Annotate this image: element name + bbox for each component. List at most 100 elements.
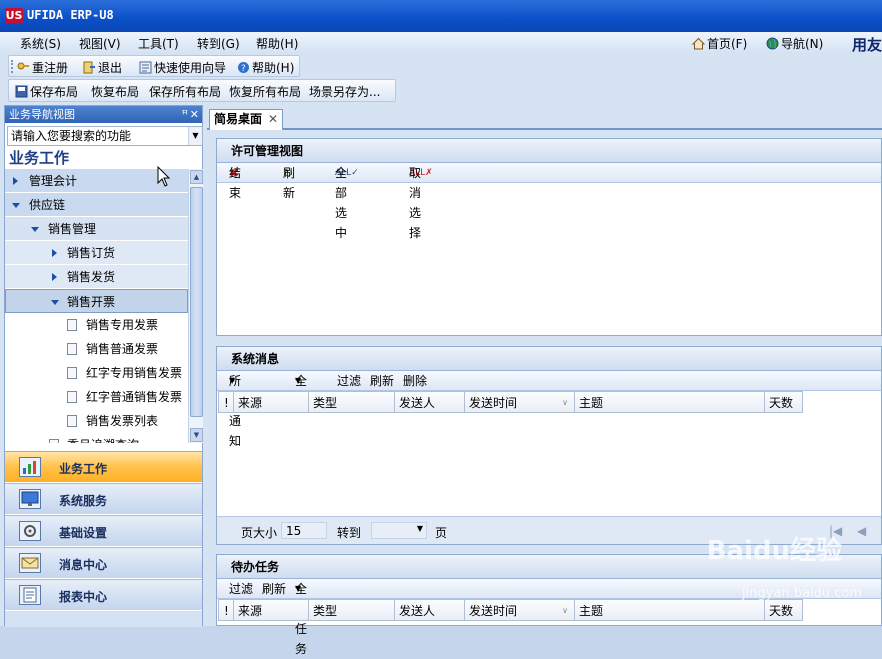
dropdown-arrow-icon: ▼	[229, 376, 236, 385]
nav-button-basic-settings[interactable]: 基础设置	[5, 515, 202, 546]
col-priority[interactable]: !	[218, 391, 234, 413]
tree-item-trace-query[interactable]: 委吕追溯查询	[5, 433, 188, 443]
scroll-up-icon[interactable]: ▲	[190, 170, 203, 184]
tree-item-red-special-invoice[interactable]: 红字专用销售发票	[5, 361, 188, 385]
end-label: 结束	[229, 166, 242, 200]
toolbar-grip-icon[interactable]	[11, 60, 14, 73]
collapse-arrow-icon[interactable]	[12, 203, 20, 208]
col-type[interactable]: 类型	[309, 391, 395, 413]
todo-grid-header: ! 来源 类型 发送人 发送时间 ∨ 主题 天数	[217, 599, 881, 621]
nav-button-business-work[interactable]: 业务工作	[5, 451, 202, 482]
tree-item-normal-invoice[interactable]: 销售普通发票	[5, 337, 188, 361]
key-icon	[17, 61, 30, 74]
menu-help[interactable]: 帮助(H)	[256, 35, 298, 52]
goto-page-select[interactable]: ▼	[371, 522, 427, 539]
help-button[interactable]: ? 帮助(H)	[237, 59, 294, 76]
tree-item-sales-invoicing[interactable]: 销售开票	[5, 289, 188, 313]
save-scene-as-button[interactable]: 场景另存为...	[309, 83, 380, 100]
chevron-down-icon[interactable]: ▼	[417, 524, 423, 533]
tree-item-supply-chain[interactable]: 供应链	[5, 193, 188, 217]
expand-arrow-icon[interactable]	[52, 249, 57, 257]
quick-guide-label: 快速使用向导	[154, 61, 227, 75]
menu-system[interactable]: 系统(S)	[20, 35, 61, 52]
page-size-input[interactable]: 15	[281, 522, 327, 539]
layout-toolbar: 保存布局 恢复布局 保存所有布局 恢复所有布局 场景另存为...	[8, 79, 396, 102]
exit-door-icon	[83, 61, 96, 74]
filter-button[interactable]: 过滤	[337, 371, 361, 391]
menu-tools[interactable]: 工具(T)	[138, 35, 179, 52]
expand-arrow-icon[interactable]	[13, 177, 18, 185]
nav-buttons: 业务工作 系统服务 基础设置 消息中心 报表中心	[5, 451, 202, 611]
nav-button-system-service[interactable]: 系统服务	[5, 483, 202, 514]
scroll-down-icon[interactable]: ▼	[190, 428, 203, 442]
nav-section-title: 业务工作	[9, 149, 70, 167]
col-sender[interactable]: 发送人	[395, 599, 465, 621]
scroll-thumb[interactable]	[190, 187, 203, 417]
nav-button-label: 消息中心	[59, 558, 108, 572]
chevron-down-icon[interactable]: ▼	[188, 127, 202, 145]
expand-arrow-icon[interactable]	[52, 273, 57, 281]
tree-item-special-invoice[interactable]: 销售专用发票	[5, 313, 188, 337]
home-link[interactable]: 首页(F)	[691, 35, 748, 52]
filter-button[interactable]: 过滤	[229, 579, 253, 599]
menu-view[interactable]: 视图(V)	[79, 35, 121, 52]
report-icon	[19, 585, 41, 605]
col-days[interactable]: 天数	[765, 599, 803, 621]
gear-icon	[19, 521, 41, 541]
tree-item-label: 红字专用销售发票	[86, 366, 183, 380]
window-title: UFIDA ERP-U8	[27, 8, 114, 22]
tree-item-label: 供应链	[29, 198, 66, 212]
home-link-label: 首页(F)	[707, 37, 748, 51]
brand-logo: 用友	[851, 36, 882, 54]
collapse-arrow-icon[interactable]	[51, 300, 59, 305]
floppy-disk-icon	[15, 85, 28, 98]
save-layout-label: 保存布局	[30, 85, 79, 99]
pin-icon[interactable]: ꟸ	[182, 106, 188, 123]
nav-button-report-center[interactable]: 报表中心	[5, 579, 202, 610]
close-icon[interactable]: ✕	[190, 106, 199, 123]
prev-page-icon[interactable]: ◀	[857, 524, 866, 538]
refresh-button[interactable]: 刷新	[262, 579, 286, 599]
nav-link[interactable]: 导航(N)	[766, 35, 823, 52]
tree-item-label: 管理会计	[29, 174, 78, 188]
tree-item-label: 销售订货	[67, 246, 116, 260]
tree-item-red-normal-invoice[interactable]: 红字普通销售发票	[5, 385, 188, 409]
function-search-input[interactable]: 请输入您要搜索的功能 ▼	[7, 126, 203, 146]
refresh-button[interactable]: 刷新	[370, 371, 394, 391]
register-button[interactable]: 重注册	[17, 59, 68, 76]
restore-layout-button[interactable]: 恢复布局	[91, 83, 139, 100]
col-send-time[interactable]: 发送时间 ∨	[465, 391, 575, 413]
col-source[interactable]: 来源	[234, 599, 309, 621]
col-send-time[interactable]: 发送时间 ∨	[465, 599, 575, 621]
nav-button-message-center[interactable]: 消息中心	[5, 547, 202, 578]
save-layout-button[interactable]: 保存布局	[15, 83, 78, 100]
col-subject[interactable]: 主题	[575, 599, 765, 621]
col-source[interactable]: 来源	[234, 391, 309, 413]
tab-close-icon[interactable]: ✕	[268, 110, 278, 129]
quick-guide-button[interactable]: 快速使用向导	[139, 59, 226, 76]
col-sender[interactable]: 发送人	[395, 391, 465, 413]
monitor-icon	[19, 489, 41, 509]
col-subject[interactable]: 主题	[575, 391, 765, 413]
tree-item-sales-delivery[interactable]: 销售发货	[5, 265, 188, 289]
collapse-arrow-icon[interactable]	[31, 227, 39, 232]
nav-tree-scrollbar[interactable]: ▲ ▼	[188, 169, 203, 443]
tree-item-sales-management[interactable]: 销售管理	[5, 217, 188, 241]
help-label: 帮助(H)	[252, 61, 295, 75]
menu-goto[interactable]: 转到(G)	[197, 35, 240, 52]
save-all-layout-button[interactable]: 保存所有布局	[149, 83, 221, 100]
tree-item-label: 销售发货	[67, 270, 116, 284]
tab-label: 简易桌面	[214, 112, 263, 126]
col-priority[interactable]: !	[218, 599, 234, 621]
exit-button[interactable]: 退出	[83, 59, 122, 76]
col-days[interactable]: 天数	[765, 391, 803, 413]
tree-item-sales-order[interactable]: 销售订货	[5, 241, 188, 265]
system-messages-panel: 系统消息 所有通知 ▼ 全部 ▼ 过滤 刷新 删除 ! 来源 类型 发送人 发送…	[216, 346, 882, 545]
col-type[interactable]: 类型	[309, 599, 395, 621]
tree-item-invoice-list[interactable]: 销售发票列表	[5, 409, 188, 433]
delete-button[interactable]: 删除	[403, 371, 427, 391]
tab-simple-desktop[interactable]: 简易桌面 ✕	[209, 109, 283, 130]
restore-all-layout-button[interactable]: 恢复所有布局	[229, 83, 301, 100]
document-tab-strip: 简易桌面 ✕	[207, 106, 882, 130]
ufida-logo-icon: US	[5, 8, 23, 23]
